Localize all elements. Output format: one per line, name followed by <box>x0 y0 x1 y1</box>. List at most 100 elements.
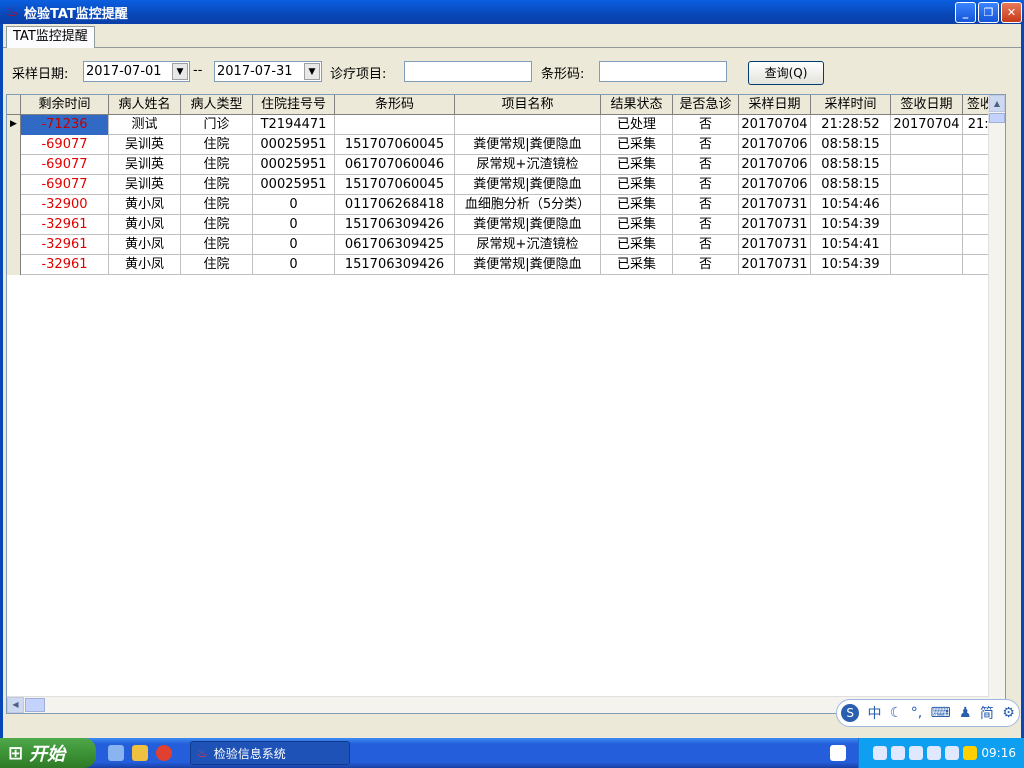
quicklaunch-ie-icon[interactable] <box>108 745 124 761</box>
table-cell[interactable]: 黄小凤 <box>109 235 181 255</box>
scroll-up-icon[interactable]: ▲ <box>989 95 1005 112</box>
table-cell[interactable]: 吴训英 <box>109 155 181 175</box>
chevron-down-icon[interactable]: ▼ <box>172 63 188 80</box>
table-cell[interactable]: 20170731 <box>739 235 811 255</box>
column-header[interactable]: 采样日期 <box>739 95 811 115</box>
table-cell[interactable]: 已处理 <box>601 115 673 135</box>
table-cell[interactable]: 住院 <box>181 175 253 195</box>
table-row[interactable]: -32961 黄小凤 住院 0 151706309426 粪便常规|粪便隐血 已采集否 201… <box>7 255 1005 275</box>
table-cell[interactable]: 20170706 <box>739 155 811 175</box>
table-cell[interactable]: 10:54:46 <box>811 195 891 215</box>
table-cell[interactable]: 0 <box>253 215 335 235</box>
table-cell[interactable]: 已采集 <box>601 175 673 195</box>
table-cell[interactable]: 已采集 <box>601 235 673 255</box>
table-cell[interactable]: -32900 <box>21 195 109 215</box>
tray-pinned-icon[interactable] <box>830 745 846 761</box>
security-icon[interactable] <box>963 746 978 760</box>
restore-button[interactable]: ❐ <box>978 1 999 23</box>
table-cell[interactable]: 尿常规+沉渣镜检 <box>455 155 601 175</box>
table-cell[interactable]: 黄小凤 <box>109 255 181 275</box>
table-cell[interactable]: 20170731 <box>739 195 811 215</box>
column-header[interactable]: 项目名称 <box>455 95 601 115</box>
gear-icon[interactable]: ⚙ <box>1002 705 1015 721</box>
table-cell[interactable]: 10:54:41 <box>811 235 891 255</box>
table-cell[interactable]: 已采集 <box>601 155 673 175</box>
table-cell[interactable]: 粪便常规|粪便隐血 <box>455 135 601 155</box>
table-cell[interactable]: 已采集 <box>601 135 673 155</box>
table-cell[interactable] <box>891 135 963 155</box>
column-header[interactable]: 结果状态 <box>601 95 673 115</box>
table-cell[interactable]: 0 <box>253 235 335 255</box>
table-cell[interactable]: 否 <box>673 115 739 135</box>
table-cell[interactable]: 测试 <box>109 115 181 135</box>
display-icon[interactable] <box>909 746 924 760</box>
table-cell[interactable]: 151707060045 <box>335 175 455 195</box>
punctuation-icon[interactable]: °, <box>911 705 922 721</box>
table-cell[interactable]: 20170731 <box>739 255 811 275</box>
table-cell[interactable] <box>891 215 963 235</box>
row-header[interactable] <box>7 175 21 195</box>
table-cell[interactable]: 061707060046 <box>335 155 455 175</box>
table-cell[interactable]: -32961 <box>21 255 109 275</box>
quicklaunch-editor-icon[interactable] <box>132 745 148 761</box>
table-cell[interactable]: 否 <box>673 215 739 235</box>
table-cell[interactable]: 21:28:52 <box>811 115 891 135</box>
network-icon[interactable] <box>891 746 906 760</box>
table-cell[interactable]: 住院 <box>181 255 253 275</box>
scroll-thumb-horizontal[interactable] <box>25 698 45 712</box>
taskbar-item-lis[interactable]: ♨ 检验信息系统 <box>190 741 350 765</box>
column-header[interactable]: 签收日期 <box>891 95 963 115</box>
table-cell[interactable]: 否 <box>673 195 739 215</box>
table-cell[interactable] <box>891 235 963 255</box>
ime-toolbar[interactable]: S 中 ☾ °, ⌨ ♟ 简 ⚙ <box>836 699 1020 727</box>
table-cell[interactable]: -32961 <box>21 235 109 255</box>
minimize-button[interactable]: _ <box>955 1 976 23</box>
table-cell[interactable]: 黄小凤 <box>109 215 181 235</box>
keyboard-icon[interactable]: ⌨ <box>930 705 950 721</box>
current-row-indicator[interactable]: ▶ <box>7 115 21 135</box>
row-header[interactable] <box>7 255 21 275</box>
table-cell[interactable]: 住院 <box>181 155 253 175</box>
table-cell[interactable]: -71236 <box>21 115 109 135</box>
table-cell[interactable]: 10:54:39 <box>811 255 891 275</box>
table-row[interactable]: -32900 黄小凤 住院 0 011706268418 血细胞分析（5分类） 已采集否 20… <box>7 195 1005 215</box>
ime-logo-icon[interactable]: S <box>841 704 860 722</box>
row-header[interactable] <box>7 155 21 175</box>
column-header[interactable]: 病人类型 <box>181 95 253 115</box>
table-cell[interactable] <box>455 115 601 135</box>
table-cell[interactable]: 011706268418 <box>335 195 455 215</box>
table-cell[interactable]: 已采集 <box>601 255 673 275</box>
query-button[interactable]: 查询(Q) <box>748 61 824 85</box>
column-header[interactable]: 病人姓名 <box>109 95 181 115</box>
row-header[interactable] <box>7 235 21 255</box>
chevron-down-icon[interactable]: ▼ <box>304 63 320 80</box>
table-cell[interactable]: 08:58:15 <box>811 175 891 195</box>
table-cell[interactable]: 粪便常规|粪便隐血 <box>455 175 601 195</box>
table-cell[interactable]: 尿常规+沉渣镜检 <box>455 235 601 255</box>
table-cell[interactable]: 吴训英 <box>109 135 181 155</box>
scroll-left-icon[interactable]: ◀ <box>7 697 24 713</box>
ime-lang-toggle[interactable]: 中 <box>867 703 881 723</box>
close-button[interactable]: ✕ <box>1001 1 1022 23</box>
table-cell[interactable]: 已采集 <box>601 215 673 235</box>
table-row[interactable]: -32961 黄小凤 住院 0 061706309425 尿常规+沉渣镜检 已采集否 2017… <box>7 235 1005 255</box>
table-cell[interactable]: 151706309426 <box>335 255 455 275</box>
table-row[interactable]: -69077 吴训英 住院 00025951 151707060045 粪便常规|粪便隐血… <box>7 135 1005 155</box>
monitor-icon[interactable] <box>927 746 942 760</box>
table-cell[interactable]: 住院 <box>181 215 253 235</box>
table-cell[interactable]: -69077 <box>21 135 109 155</box>
table-cell[interactable]: 否 <box>673 175 739 195</box>
data-grid[interactable]: 剩余时间 病人姓名 病人类型 住院挂号号 条形码 项目名称 结果状态 是否急诊 采样日期 采样时间… <box>6 94 1006 714</box>
table-cell[interactable]: 151707060045 <box>335 135 455 155</box>
table-cell[interactable]: 已采集 <box>601 195 673 215</box>
start-button[interactable]: ⊞ 开始 <box>0 738 96 768</box>
table-cell[interactable]: 20170704 <box>739 115 811 135</box>
date-from-picker[interactable]: 2017-07-01 ▼ <box>83 61 190 82</box>
table-cell[interactable]: 门诊 <box>181 115 253 135</box>
table-row[interactable]: ▶ -71236 测试 门诊 T2194471 已处理否 20170704 21:28:52 2… <box>7 115 1005 135</box>
table-cell[interactable]: 10:54:39 <box>811 215 891 235</box>
column-header[interactable]: 条形码 <box>335 95 455 115</box>
table-cell[interactable] <box>891 255 963 275</box>
table-cell[interactable]: 住院 <box>181 235 253 255</box>
table-cell[interactable] <box>335 115 455 135</box>
